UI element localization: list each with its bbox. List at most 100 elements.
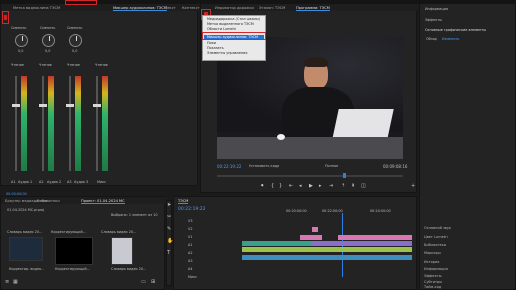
new-bin-icon[interactable]: ▭ xyxy=(141,280,146,285)
project-file-name: 01-04-2024 МС.prproj xyxy=(7,208,45,212)
mode-label-4[interactable]: Чтение xyxy=(95,63,108,67)
add-button-icon[interactable]: + xyxy=(411,184,415,189)
tab-source-clip[interactable]: Метка видеоклипа ТЭСМ xyxy=(13,6,60,10)
right-list-info[interactable]: Информация xyxy=(424,267,448,271)
tab-project[interactable]: Проект: 01-04-2024 МС xyxy=(81,199,125,204)
menu-item-show[interactable]: Показать xyxy=(207,46,224,50)
clip-v3-1[interactable] xyxy=(312,227,318,232)
menu-item-lumetri[interactable]: Области Lumetri xyxy=(207,27,236,31)
program-tab-bar: Индикатор дорожки Эталон: ТЭСМ Программа… xyxy=(201,4,418,11)
menu-item-controls[interactable]: Элементы управления xyxy=(207,51,247,55)
icon-view-icon[interactable]: ▦ xyxy=(13,280,18,285)
track-header-a1[interactable]: A1 xyxy=(188,243,192,247)
right-list-libraries[interactable]: Библиотеки xyxy=(424,243,446,247)
mode-label-1[interactable]: Чтение xyxy=(11,63,24,67)
go-to-out-icon[interactable]: ⇥ xyxy=(329,184,333,189)
pan-knob-3[interactable] xyxy=(69,34,82,47)
program-playhead[interactable] xyxy=(343,173,346,178)
clip-v2-1[interactable] xyxy=(300,235,322,240)
pen-tool-icon[interactable]: ✎ xyxy=(167,227,171,232)
pan-knob-1[interactable] xyxy=(15,34,28,47)
list-view-icon[interactable]: ≡ xyxy=(5,280,9,285)
mode-label-3[interactable]: Чтение xyxy=(67,63,80,67)
right-list-lumetri-color[interactable]: Цвет Lumetri xyxy=(424,235,448,239)
tab-source-monitor[interactable]: Эталон: ТЭСМ xyxy=(259,6,285,10)
camera-icon[interactable]: ◫ xyxy=(361,184,366,189)
track-header-a4[interactable]: A4 xyxy=(188,267,192,271)
menu-item-peaks[interactable]: Пики xyxy=(207,41,216,45)
fit-dropdown[interactable]: Установить кадр xyxy=(249,164,279,168)
menu-item-track-indicator[interactable]: Медиадорожка (Стил шкалы) xyxy=(207,17,260,21)
project-thumb-1[interactable] xyxy=(9,237,43,261)
fader-handle-master[interactable] xyxy=(93,104,101,107)
timeline-timecode[interactable]: 00:22:19:22 xyxy=(178,207,205,212)
track-header-a2[interactable]: A2 xyxy=(188,251,192,255)
clip-v2-2[interactable] xyxy=(338,235,412,240)
right-list-timecode[interactable]: Тайм-код xyxy=(424,285,441,289)
mode-label-2[interactable]: Чтение xyxy=(39,63,52,67)
tab-track-indicator[interactable]: Индикатор дорожки xyxy=(215,6,254,10)
track-header-a3[interactable]: A3 xyxy=(188,259,192,263)
right-list-captions[interactable]: Субтитры xyxy=(424,280,442,284)
desk xyxy=(217,137,403,159)
tab-libraries[interactable]: Библиотеки xyxy=(37,199,60,203)
project-panel: Браузер медиаданных Библиотеки Проект: 0… xyxy=(0,196,166,290)
ruler-mark-2: 00:22:00:00 xyxy=(322,209,343,213)
lift-icon[interactable]: ⇡ xyxy=(341,184,345,189)
marker-icon[interactable]: ⦁ xyxy=(261,184,264,189)
level-meter-1 xyxy=(21,76,27,171)
clip-a1-1[interactable] xyxy=(242,247,412,252)
step-back-icon[interactable]: ◂ xyxy=(299,184,302,189)
right-list-effects[interactable]: Эффекты xyxy=(424,274,442,278)
go-to-in-icon[interactable]: ⇤ xyxy=(289,184,293,189)
track-header-v2[interactable]: V2 xyxy=(188,227,192,231)
right-effects-tab[interactable]: Эффекты xyxy=(425,18,442,22)
track-header-mix[interactable]: Микс xyxy=(188,275,197,279)
right-list-markers[interactable]: Маркеры xyxy=(424,251,441,255)
track-name-audio2: Аудио 2 xyxy=(47,180,62,184)
selection-tool-icon[interactable]: ➤ xyxy=(167,203,171,208)
track-header-v1[interactable]: V1 xyxy=(188,235,192,239)
tab-program-monitor[interactable]: Программа: ТЭСМ xyxy=(296,6,330,11)
fader-track-3 xyxy=(69,76,71,171)
timeline-panel: ТЭСМ 00:22:19:22 00:20:00:00 00:22:00:00… xyxy=(173,196,417,290)
fader-handle-1[interactable] xyxy=(12,104,20,107)
track-header-v3[interactable]: V3 xyxy=(188,219,192,223)
person-hair xyxy=(304,57,328,67)
clip-a2-1[interactable] xyxy=(242,255,412,260)
tab-text[interactable]: Текст xyxy=(165,6,176,10)
new-item-icon[interactable]: ⊞ xyxy=(151,280,155,285)
tab-timeline-sequence[interactable]: ТЭСМ xyxy=(178,199,189,204)
program-timecode[interactable]: 00:22:19:22 xyxy=(217,164,241,169)
program-scrub-bar[interactable] xyxy=(217,175,403,177)
fader-handle-2[interactable] xyxy=(39,104,47,107)
knob-value-3: 0,0 xyxy=(72,49,78,53)
edit-tab[interactable]: Изменить xyxy=(442,37,459,41)
in-point-icon[interactable]: { xyxy=(271,184,274,189)
right-info-tab[interactable]: Информация xyxy=(425,7,448,11)
menu-item-source-label[interactable]: Метка выделенного ТЭСМ xyxy=(207,22,254,26)
quality-dropdown[interactable]: Полное xyxy=(325,164,338,168)
fader-track-2 xyxy=(42,76,44,171)
play-icon[interactable]: ▶ xyxy=(309,184,313,189)
fader-handle-3[interactable] xyxy=(66,104,74,107)
right-list-essential-sound[interactable]: Основной звук xyxy=(424,226,451,230)
ruler-mark-1: 00:20:00:00 xyxy=(286,209,307,213)
out-point-icon[interactable]: } xyxy=(279,184,282,189)
project-thumb-label-3: Словарь видео 20... xyxy=(101,230,137,234)
text-tool-icon[interactable]: T xyxy=(167,251,170,256)
pan-knob-2[interactable] xyxy=(42,34,55,47)
razor-tool-icon[interactable]: ✂ xyxy=(167,215,171,220)
clip-v1-1[interactable] xyxy=(242,241,312,246)
tab-audio-clip-mixer[interactable]: Микшер аудиоклипов: ТЭСМ xyxy=(113,6,168,11)
extract-icon[interactable]: ⇞ xyxy=(351,184,355,189)
step-forward-icon[interactable]: ▸ xyxy=(319,184,322,189)
track-name-a3: A3 xyxy=(67,180,72,184)
browse-tab[interactable]: Обзор xyxy=(426,37,437,41)
right-list-history[interactable]: История xyxy=(424,260,439,264)
project-thumb-3[interactable] xyxy=(111,237,133,265)
clip-v1-2[interactable] xyxy=(312,241,412,246)
project-tab-bar: Браузер медиаданных Библиотеки Проект: 0… xyxy=(1,197,166,204)
tab-context[interactable]: Контекст xyxy=(182,6,200,10)
project-thumb-2[interactable] xyxy=(55,237,93,265)
